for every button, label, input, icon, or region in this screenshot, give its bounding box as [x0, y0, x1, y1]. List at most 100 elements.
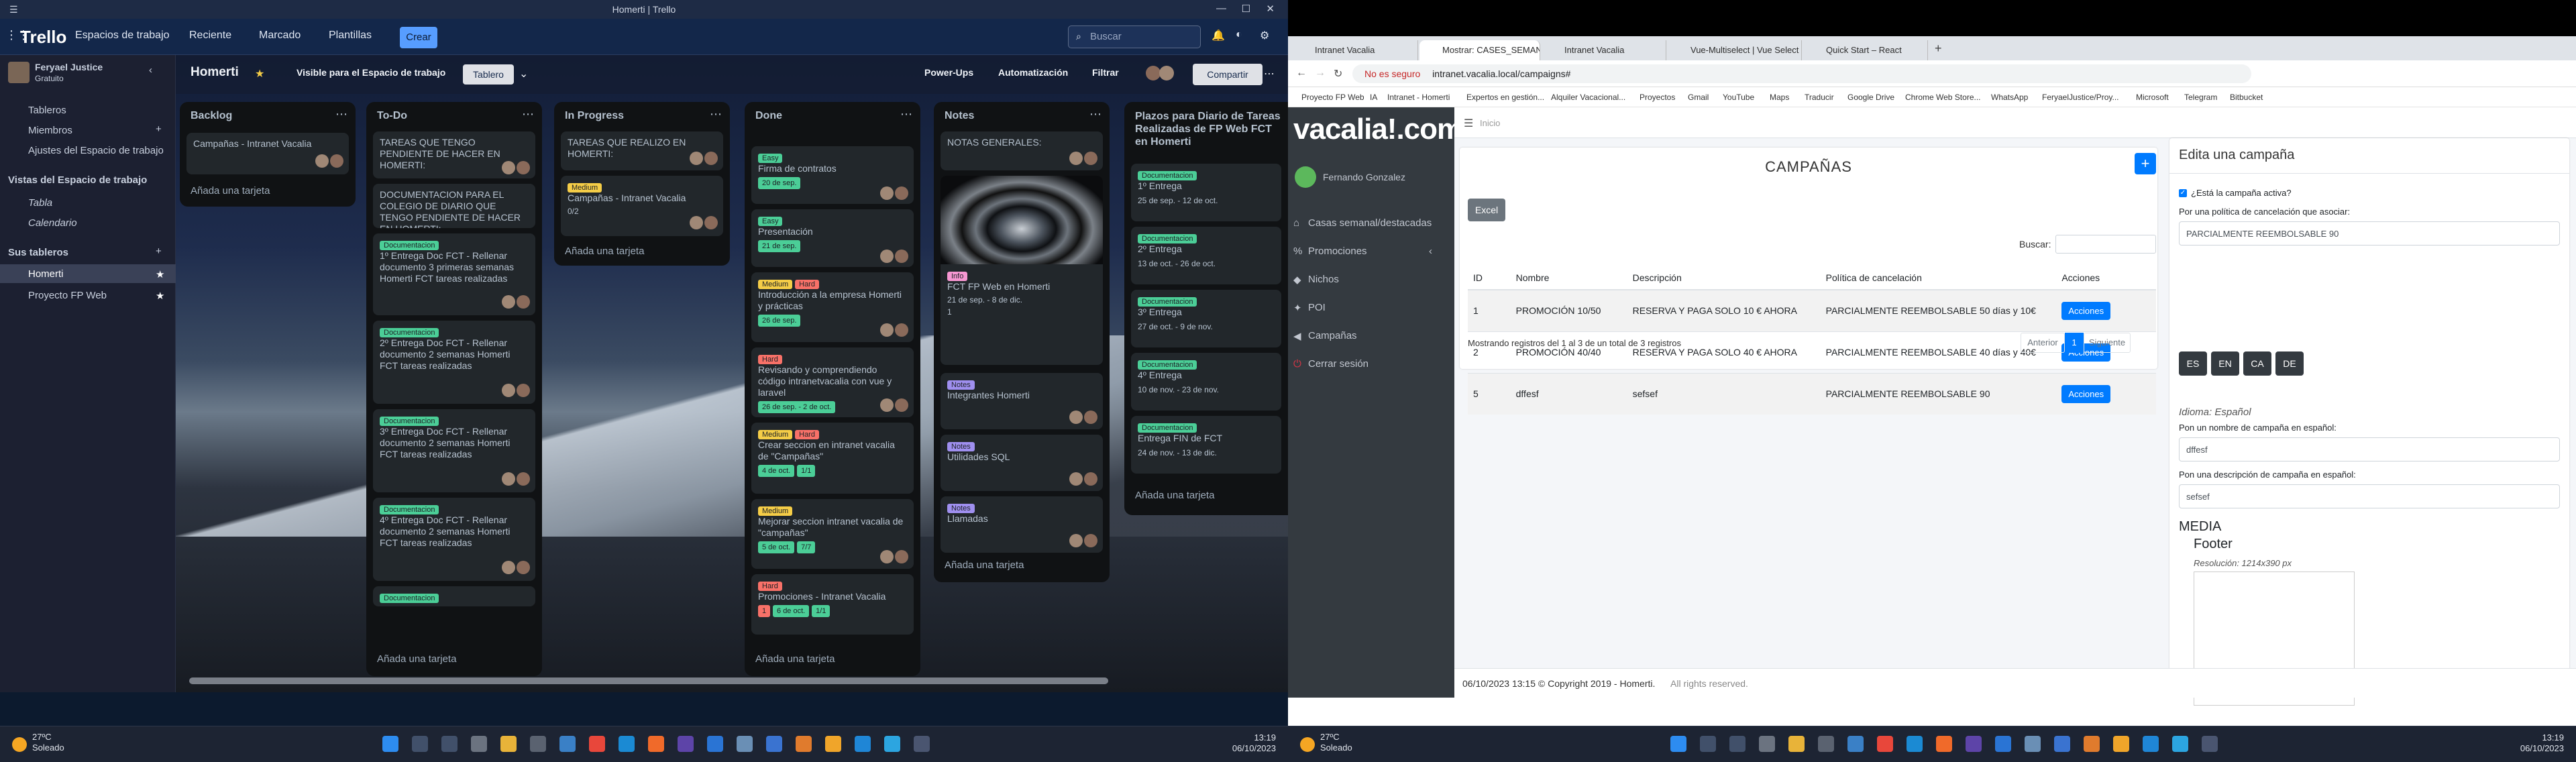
table-search-input[interactable]	[2055, 235, 2156, 254]
list-item[interactable]: Medium Mejorar seccion intranet vacalia d…	[751, 499, 914, 569]
automation-button[interactable]: Automatización	[998, 67, 1068, 78]
list-item[interactable]: Documentacion Entrega FIN de FCT 24 de nov…	[1131, 416, 1281, 474]
trello-icon[interactable]	[707, 736, 723, 752]
browser-tab[interactable]: Quick Start – React	[1803, 40, 1928, 60]
menu-item-casas[interactable]: ⌂ Casas semanal/destacadas	[1293, 217, 1432, 229]
list-menu-icon[interactable]: ⋯	[1089, 107, 1102, 121]
add-campaign-button[interactable]: +	[2135, 153, 2156, 174]
notifications-bell-icon[interactable]: 🔔	[1212, 29, 1225, 42]
star-icon[interactable]: ★	[156, 268, 164, 280]
board-homerti[interactable]: Homerti	[28, 268, 64, 280]
user-name[interactable]: Fernando Gonzalez	[1323, 172, 1405, 182]
bookmark[interactable]: Gmail	[1688, 93, 1709, 102]
app-icon[interactable]	[530, 736, 546, 752]
list-title[interactable]: To-Do	[377, 110, 407, 122]
bookmark[interactable]: Microsoft	[2136, 93, 2169, 102]
list-title[interactable]: In Progress	[565, 110, 624, 122]
bookmark[interactable]: IA	[1370, 93, 1377, 102]
list-menu-icon[interactable]: ⋯	[335, 107, 347, 121]
sidebar-item-settings[interactable]: Ajustes del Espacio de trabajo	[28, 145, 164, 156]
chrome-icon[interactable]	[1877, 736, 1893, 752]
bookmark[interactable]: Intranet - Homerti	[1387, 93, 1450, 102]
list-menu-icon[interactable]: ⋯	[710, 107, 722, 121]
lang-ca-button[interactable]: CA	[2243, 351, 2271, 376]
browser-tab-active[interactable]: Mostrar: CASES_SEMANA - 92.5	[1419, 40, 1540, 60]
list-item[interactable]: TAREAS QUE TENGO PENDIENTE DE HACER EN H…	[373, 131, 535, 178]
list-item[interactable]: Info FCT FP Web en Homerti 21 de sep. - …	[941, 176, 1103, 365]
bookmark[interactable]: Traducir	[1805, 93, 1834, 102]
search-icon[interactable]	[412, 736, 428, 752]
list-item[interactable]: NOTAS GENERALES:	[941, 131, 1103, 170]
policy-select[interactable]: PARCIALMENTE REEMBOLSABLE 90	[2179, 221, 2560, 246]
vscode-icon[interactable]	[2143, 736, 2159, 752]
pagination-page[interactable]: 1	[2065, 333, 2084, 353]
board-proyecto-fp-web[interactable]: Proyecto FP Web	[28, 290, 107, 301]
view-calendar[interactable]: Calendario	[28, 217, 77, 229]
telegram-icon[interactable]	[884, 736, 900, 752]
list-item[interactable]: Medium Hard Crear seccion en intranet vaca…	[751, 423, 914, 494]
settings-gear-icon[interactable]	[1759, 736, 1775, 752]
app-icon[interactable]	[737, 736, 753, 752]
list-item[interactable]: Documentacion 1º Entrega 25 de sep. - 12 d…	[1131, 164, 1281, 221]
browser-tab[interactable]: Intranet Vacalia	[1542, 40, 1666, 60]
app-icon[interactable]	[796, 736, 812, 752]
excel-button[interactable]: Excel	[1468, 199, 1505, 221]
file-explorer-icon[interactable]	[1788, 736, 1805, 752]
vscode-icon[interactable]	[855, 736, 871, 752]
list-menu-icon[interactable]: ⋯	[522, 107, 534, 121]
avatar[interactable]	[1159, 66, 1174, 80]
store-icon[interactable]	[1847, 736, 1864, 752]
list-item[interactable]: Documentacion 2º Entrega 13 de oct. - 26 d…	[1131, 227, 1281, 284]
avatar[interactable]	[1146, 66, 1161, 80]
menu-item-campanas[interactable]: ◀ Campañas	[1293, 330, 1357, 342]
more-options-icon[interactable]: ⋯	[1264, 67, 1275, 80]
list-item[interactable]: Documentacion 1º Entrega Doc FCT - Rellen…	[373, 233, 535, 315]
bookmark[interactable]: Maps	[1770, 93, 1789, 102]
menu-item-logout[interactable]: ⏻ Cerrar sesión	[1293, 358, 1368, 370]
file-explorer-icon[interactable]	[500, 736, 517, 752]
trello-logo[interactable]: Trello	[20, 27, 66, 48]
edge-icon[interactable]	[1907, 736, 1923, 752]
list-item[interactable]: Notes Integrantes Homerti	[941, 373, 1103, 429]
back-arrow-icon[interactable]: ←	[1296, 67, 1307, 79]
app-icon[interactable]	[766, 736, 782, 752]
list-title[interactable]: Plazos para Diario de Tareas Realizadas …	[1135, 110, 1281, 148]
filter-button[interactable]: Filtrar	[1092, 67, 1119, 78]
list-item[interactable]: Notes Utilidades SQL	[941, 435, 1103, 491]
menu-item-promociones[interactable]: % Promociones ‹	[1293, 246, 1432, 257]
list-item[interactable]: Documentacion	[373, 586, 535, 606]
sidebar-item-boards[interactable]: Tableros	[28, 105, 66, 116]
add-card-button[interactable]: Añada una tarjeta	[1135, 490, 1214, 501]
clock[interactable]: 13:19 06/10/2023	[2520, 732, 2564, 754]
add-card-button[interactable]: Añada una tarjeta	[565, 246, 644, 257]
store-icon[interactable]	[559, 736, 576, 752]
list-title[interactable]: Backlog	[191, 110, 232, 122]
bookmark[interactable]: FeryaelJustice/Proy...	[2042, 93, 2118, 102]
app-icon[interactable]	[2202, 736, 2218, 752]
actions-dropdown-button[interactable]: Acciones	[2061, 384, 2111, 403]
list-item[interactable]: Documentacion 3º Entrega 27 de oct. - 9 de…	[1131, 290, 1281, 347]
chrome-icon[interactable]	[589, 736, 605, 752]
add-card-button[interactable]: Añada una tarjeta	[945, 559, 1024, 571]
forward-arrow-icon[interactable]: →	[1315, 67, 1326, 79]
settings-gear-icon[interactable]: ⚙	[1260, 29, 1269, 42]
bookmark[interactable]: WhatsApp	[1991, 93, 2028, 102]
list-item[interactable]: Medium Hard Introducción a la empresa Home…	[751, 272, 914, 342]
app-icon[interactable]	[2113, 736, 2129, 752]
browser-tab[interactable]: Intranet Vacalia	[1292, 40, 1418, 60]
hamburger-icon[interactable]: ☰	[1464, 117, 1473, 130]
col-name[interactable]: Nombre	[1510, 266, 1627, 290]
clock[interactable]: 13:19 06/10/2023	[1232, 732, 1276, 754]
nav-recent[interactable]: Reciente	[189, 30, 231, 42]
horizontal-scrollbar[interactable]	[189, 677, 1108, 684]
list-item[interactable]: Medium Campañas - Intranet Vacalia 0/2	[561, 176, 723, 236]
add-member-icon[interactable]: +	[156, 123, 162, 135]
settings-gear-icon[interactable]	[471, 736, 487, 752]
list-item[interactable]: Documentacion 3º Entrega Doc FCT - Rellen…	[373, 409, 535, 492]
close-icon[interactable]: ✕	[1266, 3, 1275, 15]
firefox-icon[interactable]	[1936, 736, 1952, 752]
weather-widget[interactable]: 27ºC Soleado	[32, 732, 64, 753]
list-item[interactable]: Documentacion 2º Entrega Doc FCT - Rellen…	[373, 321, 535, 404]
menu-item-poi[interactable]: ✦ POI	[1293, 302, 1326, 314]
bookmark[interactable]: Chrome Web Store...	[1905, 93, 1981, 102]
